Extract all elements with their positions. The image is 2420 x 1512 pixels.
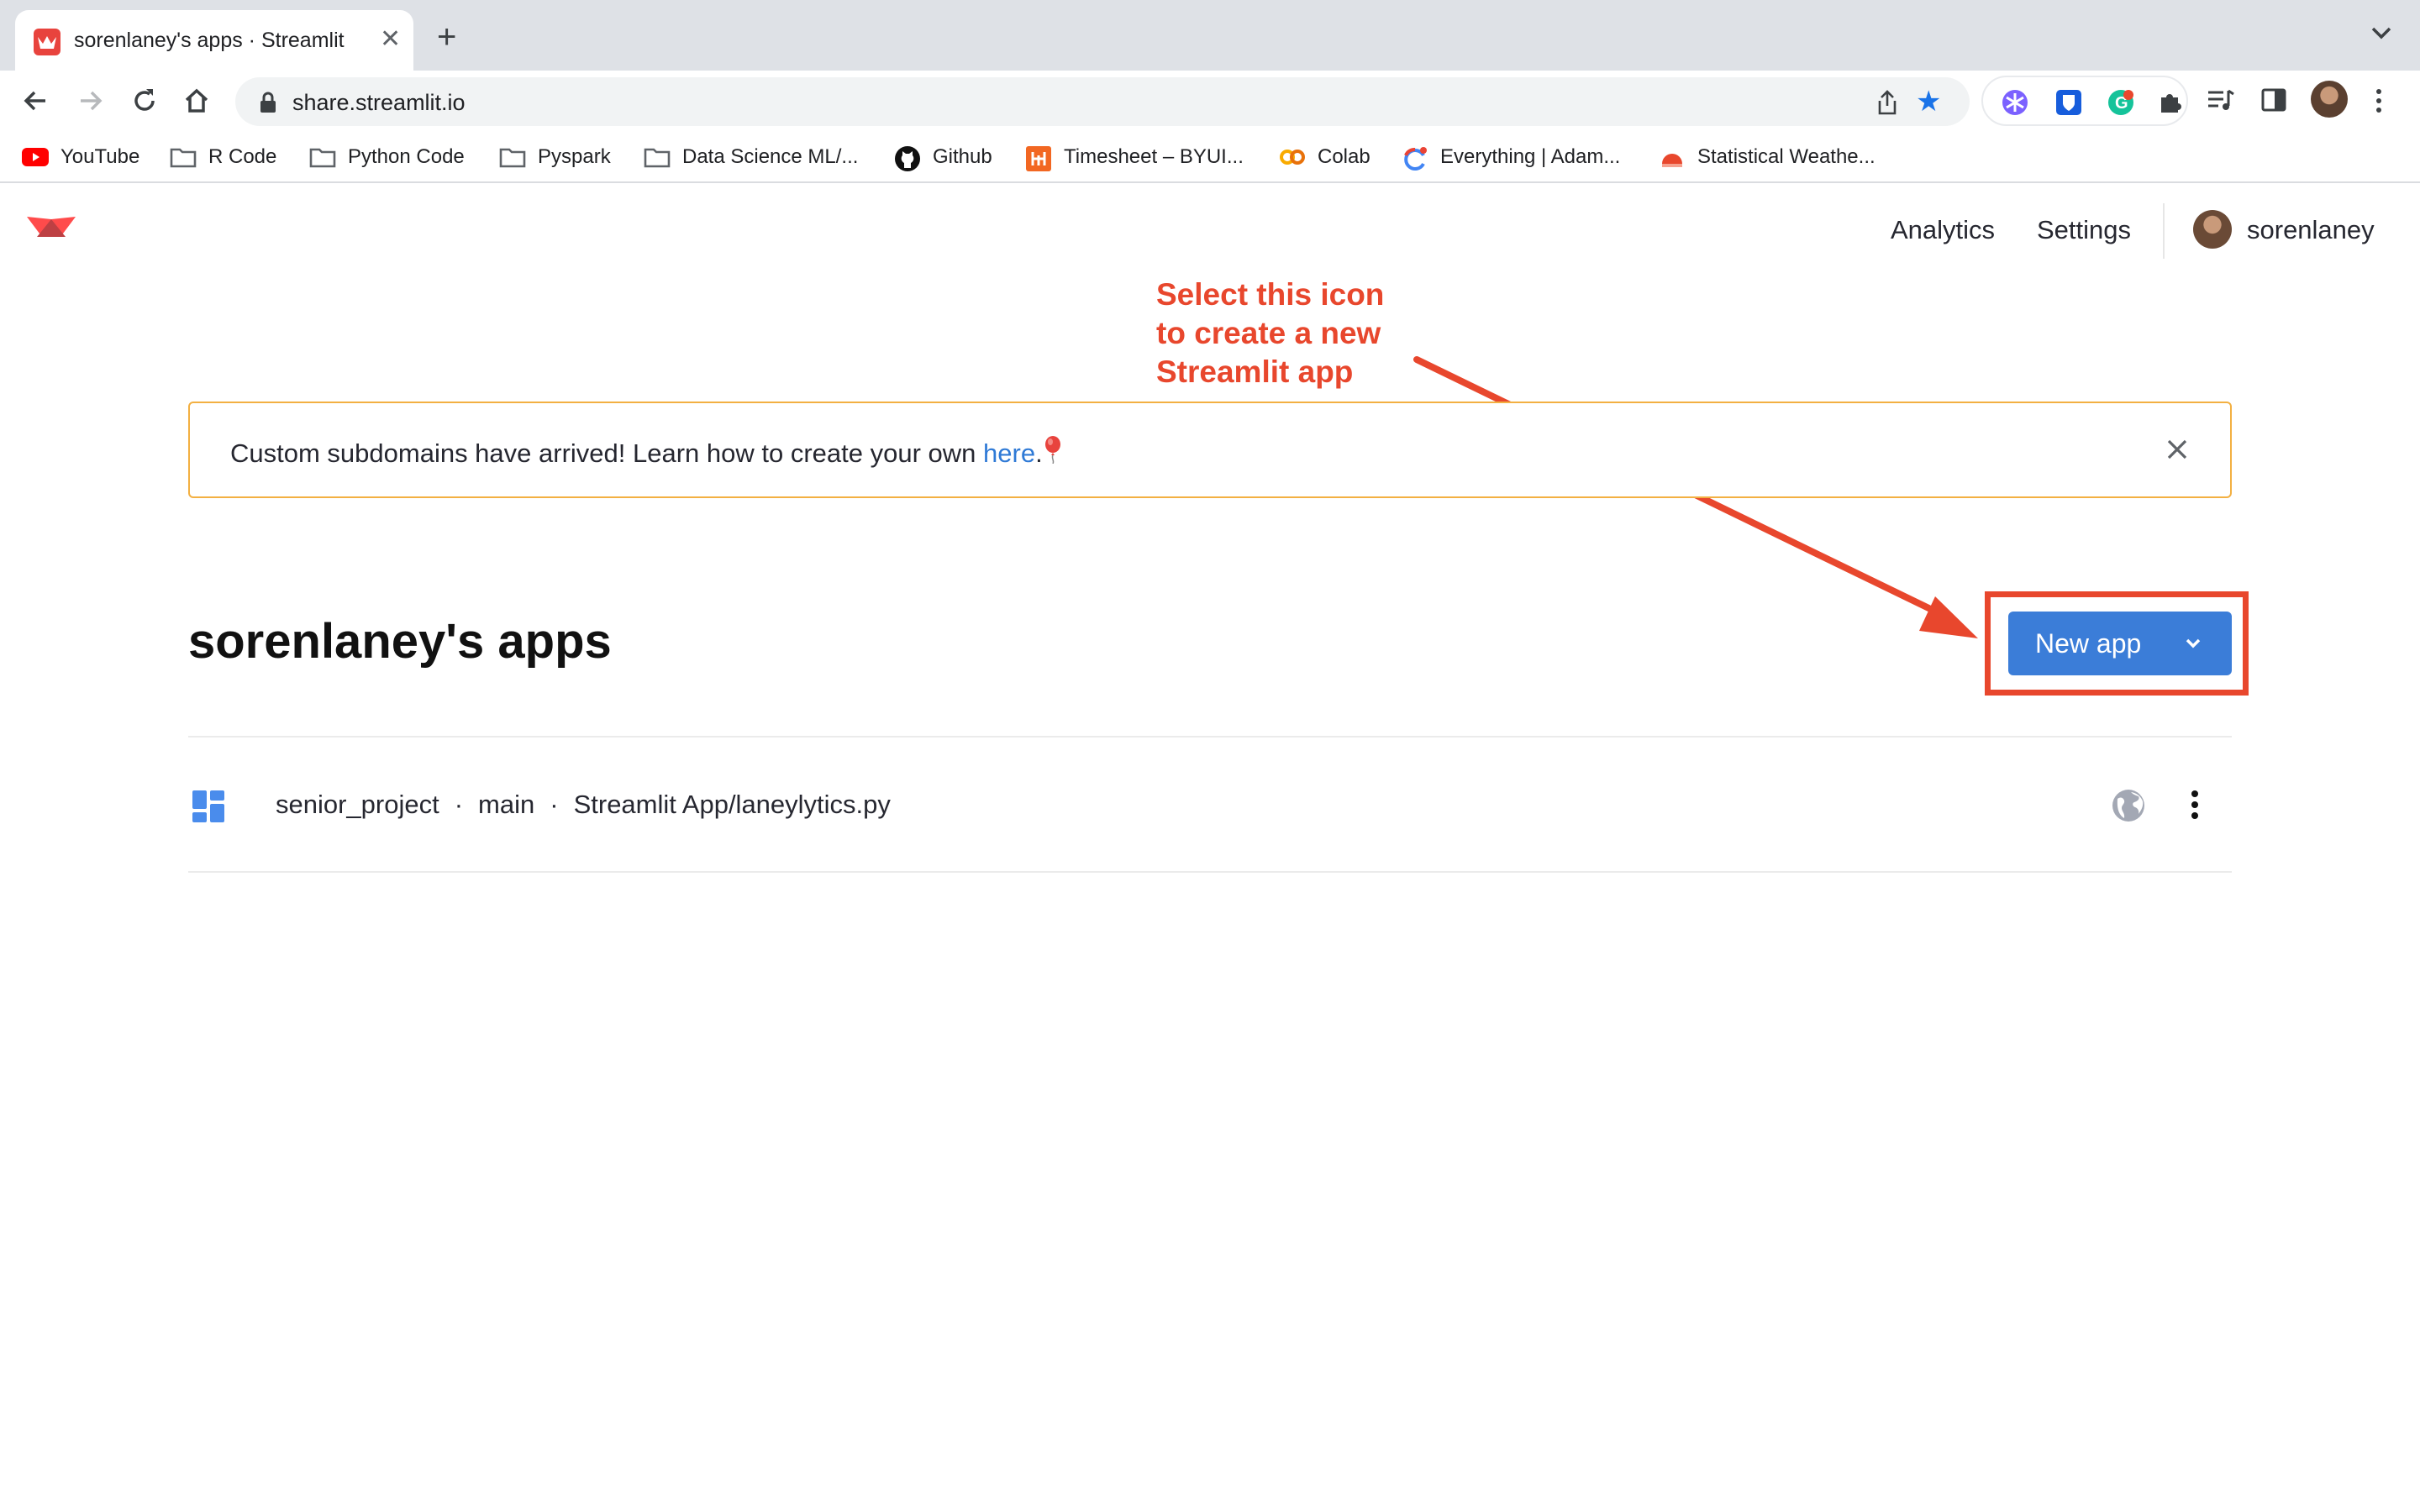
announcement-banner: Custom subdomains have arrived! Learn ho… bbox=[188, 402, 2232, 498]
reading-list-icon[interactable] bbox=[2207, 87, 2235, 117]
side-panel-icon[interactable] bbox=[2260, 87, 2287, 117]
browser-toolbar: share.streamlit.io ★ G bbox=[0, 71, 2420, 131]
folder-icon bbox=[309, 145, 336, 169]
nav-divider bbox=[2163, 203, 2165, 259]
new-app-dropdown-chevron-icon[interactable] bbox=[2183, 633, 2203, 658]
asterisk-extension-icon[interactable] bbox=[2002, 89, 2028, 116]
lock-icon[interactable] bbox=[259, 92, 277, 118]
google-icon bbox=[1402, 145, 1428, 171]
reload-icon[interactable] bbox=[129, 86, 160, 116]
youtube-icon bbox=[22, 145, 49, 169]
bookmark-youtube[interactable]: YouTube bbox=[22, 143, 139, 171]
new-app-button[interactable]: New app bbox=[2008, 612, 2232, 675]
settings-link[interactable]: Settings bbox=[2037, 215, 2131, 245]
folder-icon bbox=[170, 145, 197, 169]
user-menu-name[interactable]: sorenlaney bbox=[2247, 215, 2375, 245]
bookmarks-bar: YouTube R Code Python Code Pyspark Data … bbox=[0, 131, 2420, 183]
bookmark-star-icon[interactable]: ★ bbox=[1916, 87, 1941, 116]
weather-icon bbox=[1659, 145, 1686, 169]
annotation-line-2: to create a new bbox=[1156, 316, 1381, 350]
annotation-line-1: Select this icon bbox=[1156, 277, 1385, 312]
user-avatar[interactable] bbox=[2193, 210, 2232, 249]
puzzle-extensions-icon[interactable] bbox=[2156, 89, 2183, 116]
app-branch: main bbox=[478, 790, 535, 819]
bookmark-pyspark[interactable]: Pyspark bbox=[499, 143, 611, 171]
app-options-kebab-icon[interactable] bbox=[2190, 790, 2200, 824]
bookmark-r-code[interactable]: R Code bbox=[170, 143, 276, 171]
bookmark-label: Pyspark bbox=[538, 145, 611, 168]
bookmark-label: Everything | Adam... bbox=[1440, 145, 1621, 168]
tab-search-chevron-icon[interactable] bbox=[2370, 25, 2393, 46]
banner-here-link[interactable]: here bbox=[983, 438, 1035, 468]
bookmark-label: Timesheet – BYUI... bbox=[1064, 145, 1244, 168]
grammarly-icon[interactable]: G bbox=[2107, 89, 2134, 116]
list-divider bbox=[188, 871, 2232, 873]
tab-strip: sorenlaney's apps · Streamlit ✕ + bbox=[0, 0, 2420, 71]
colab-icon bbox=[1279, 145, 1306, 169]
new-app-label: New app bbox=[2035, 628, 2142, 659]
analytics-link[interactable]: Analytics bbox=[1891, 215, 1995, 245]
bookmark-label: Colab bbox=[1318, 145, 1370, 168]
bookmark-everything[interactable]: Everything | Adam... bbox=[1402, 143, 1620, 171]
timesheet-icon bbox=[1025, 145, 1052, 171]
new-tab-button[interactable]: + bbox=[437, 20, 456, 54]
bitwarden-icon[interactable] bbox=[2055, 89, 2082, 116]
banner-suffix: . bbox=[1035, 438, 1043, 468]
bookmark-python-code[interactable]: Python Code bbox=[309, 143, 465, 171]
bookmark-colab[interactable]: Colab bbox=[1279, 143, 1370, 171]
balloon-icon bbox=[1043, 435, 1063, 465]
forward-arrow-icon[interactable] bbox=[76, 86, 106, 116]
streamlit-favicon-icon bbox=[34, 29, 60, 55]
banner-text: Custom subdomains have arrived! Learn ho… bbox=[230, 438, 984, 468]
banner-close-icon[interactable] bbox=[2165, 437, 2190, 466]
page-title: sorenlaney's apps bbox=[188, 614, 612, 669]
bookmark-timesheet[interactable]: Timesheet – BYUI... bbox=[1025, 143, 1244, 171]
bookmark-label: Data Science ML/... bbox=[682, 145, 859, 168]
app-repo: senior_project bbox=[276, 790, 439, 819]
bookmark-github[interactable]: Github bbox=[894, 143, 992, 171]
bookmark-label: R Code bbox=[208, 145, 277, 168]
bookmark-data-science[interactable]: Data Science ML/... bbox=[644, 143, 858, 171]
globe-icon[interactable] bbox=[2111, 788, 2146, 827]
extensions-group: G bbox=[1981, 76, 2188, 126]
folder-icon bbox=[644, 145, 671, 169]
banner-message: Custom subdomains have arrived! Learn ho… bbox=[230, 435, 1063, 469]
bookmark-label: YouTube bbox=[60, 145, 140, 168]
tab-close-button[interactable]: ✕ bbox=[380, 25, 401, 54]
separator: · bbox=[550, 790, 559, 819]
profile-avatar[interactable] bbox=[2311, 81, 2348, 118]
url-text[interactable]: share.streamlit.io bbox=[292, 90, 466, 116]
annotation-line-3: Streamlit app bbox=[1156, 354, 1354, 389]
app-list-row[interactable]: senior_project · main · Streamlit App/laneyl… bbox=[188, 738, 2232, 871]
kebab-menu-icon[interactable] bbox=[2375, 87, 2383, 118]
share-icon[interactable] bbox=[1876, 89, 1899, 120]
app-file: Streamlit App/laneylytics.py bbox=[573, 790, 891, 819]
address-bar[interactable]: share.streamlit.io ★ bbox=[235, 77, 1970, 126]
annotation-callout: Select this icon to create a new Streaml… bbox=[1156, 276, 1442, 391]
browser-tab[interactable]: sorenlaney's apps · Streamlit ✕ bbox=[15, 10, 413, 71]
app-dashboard-icon bbox=[192, 790, 225, 827]
folder-icon bbox=[499, 145, 526, 169]
bookmark-label: Python Code bbox=[348, 145, 465, 168]
tab-title: sorenlaney's apps · Streamlit bbox=[74, 29, 345, 52]
bookmark-label: Statistical Weathe... bbox=[1697, 145, 1876, 168]
app-path[interactable]: senior_project · main · Streamlit App/laneyl… bbox=[276, 790, 891, 820]
bookmark-label: Github bbox=[933, 145, 992, 168]
back-arrow-icon[interactable] bbox=[20, 86, 50, 116]
separator: · bbox=[454, 790, 464, 819]
bookmark-statistical-weather[interactable]: Statistical Weathe... bbox=[1659, 143, 1876, 171]
github-icon bbox=[894, 145, 921, 171]
home-icon[interactable] bbox=[182, 86, 212, 116]
streamlit-logo-icon[interactable] bbox=[25, 212, 77, 244]
